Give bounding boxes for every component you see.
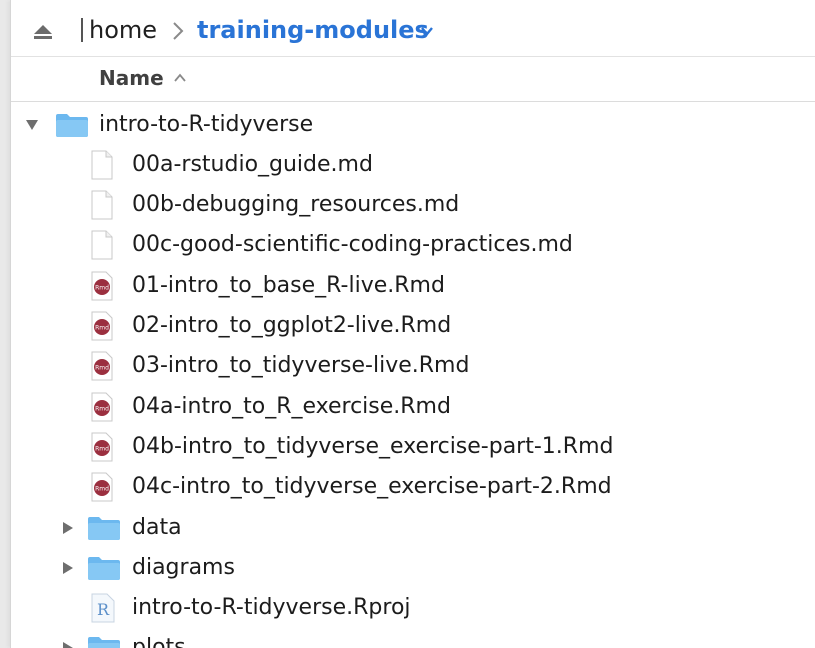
folder-name: data xyxy=(132,515,182,540)
folder-name: diagrams xyxy=(132,555,235,580)
rmd-icon: Rmd xyxy=(91,351,113,381)
tree-row-root-folder[interactable]: intro-to-R-tidyverse xyxy=(11,105,815,145)
file-name: 00a-rstudio_guide.md xyxy=(132,152,373,177)
document-icon xyxy=(91,230,113,260)
svg-text:Rmd: Rmd xyxy=(95,365,109,372)
rmd-icon: Rmd xyxy=(91,432,113,462)
document-icon xyxy=(91,190,113,220)
folder-name: plots xyxy=(132,635,186,648)
breadcrumb-home[interactable]: home xyxy=(89,14,157,46)
svg-text:Rmd: Rmd xyxy=(95,285,109,292)
tree-row-subfolder[interactable]: data xyxy=(11,508,815,548)
rmd-icon: Rmd xyxy=(91,472,113,502)
file-browser-window: home training-modules Name intro-to-R-ti… xyxy=(10,0,815,648)
disclosure-collapsed-icon[interactable] xyxy=(61,561,75,575)
breadcrumb: home training-modules xyxy=(11,0,815,57)
rproj-icon: R xyxy=(91,593,115,623)
document-icon xyxy=(91,150,113,180)
list-item[interactable]: Rmd 04c-intro_to_tidyverse_exercise-part… xyxy=(11,467,815,507)
list-item[interactable]: Rmd 04b-intro_to_tidyverse_exercise-part… xyxy=(11,427,815,467)
column-header: Name xyxy=(11,57,815,102)
file-name: 03-intro_to_tidyverse-live.Rmd xyxy=(132,353,470,378)
tree-row-subfolder[interactable]: diagrams xyxy=(11,548,815,588)
disclosure-expanded-icon[interactable] xyxy=(25,118,39,132)
file-name: 00c-good-scientific-coding-practices.md xyxy=(132,232,573,257)
list-item[interactable]: 00c-good-scientific-coding-practices.md xyxy=(11,225,815,265)
file-name: 00b-debugging_resources.md xyxy=(132,192,460,217)
chevron-down-icon[interactable] xyxy=(420,25,434,37)
file-name: 01-intro_to_base_R-live.Rmd xyxy=(132,273,445,298)
tree-row-subfolder[interactable]: plots xyxy=(11,628,815,648)
list-item[interactable]: R intro-to-R-tidyverse.Rproj xyxy=(11,588,815,628)
svg-text:Rmd: Rmd xyxy=(95,325,109,332)
list-item[interactable]: 00b-debugging_resources.md xyxy=(11,185,815,225)
breadcrumb-separator-bar xyxy=(81,18,83,42)
breadcrumb-current[interactable]: training-modules xyxy=(197,14,429,46)
svg-text:Rmd: Rmd xyxy=(95,486,109,493)
eject-icon[interactable] xyxy=(33,24,53,40)
folder-icon xyxy=(88,637,120,648)
file-name: 04a-intro_to_R_exercise.Rmd xyxy=(132,394,451,419)
column-header-name[interactable]: Name xyxy=(99,64,164,92)
rmd-icon: Rmd xyxy=(91,311,113,341)
list-item[interactable]: Rmd 03-intro_to_tidyverse-live.Rmd xyxy=(11,346,815,386)
disclosure-collapsed-icon[interactable] xyxy=(61,521,75,535)
chevron-right-icon xyxy=(173,22,184,40)
rmd-icon: Rmd xyxy=(91,271,113,301)
list-item[interactable]: Rmd 02-intro_to_ggplot2-live.Rmd xyxy=(11,306,815,346)
folder-icon xyxy=(56,114,88,137)
file-name: 04b-intro_to_tidyverse_exercise-part-1.R… xyxy=(132,434,614,459)
folder-icon xyxy=(88,557,120,580)
folder-icon xyxy=(88,517,120,540)
file-name: 04c-intro_to_tidyverse_exercise-part-2.R… xyxy=(132,474,612,499)
rmd-icon: Rmd xyxy=(91,392,113,422)
sort-ascending-icon[interactable] xyxy=(173,73,187,83)
folder-name: intro-to-R-tidyverse xyxy=(99,112,314,137)
disclosure-collapsed-icon[interactable] xyxy=(61,641,75,648)
list-item[interactable]: Rmd 04a-intro_to_R_exercise.Rmd xyxy=(11,387,815,427)
file-name: 02-intro_to_ggplot2-live.Rmd xyxy=(132,313,452,338)
file-name: intro-to-R-tidyverse.Rproj xyxy=(132,595,411,620)
svg-text:Rmd: Rmd xyxy=(95,446,109,453)
svg-text:Rmd: Rmd xyxy=(95,406,109,413)
list-item[interactable]: 00a-rstudio_guide.md xyxy=(11,145,815,185)
list-item[interactable]: Rmd 01-intro_to_base_R-live.Rmd xyxy=(11,266,815,306)
svg-text:R: R xyxy=(97,600,110,619)
